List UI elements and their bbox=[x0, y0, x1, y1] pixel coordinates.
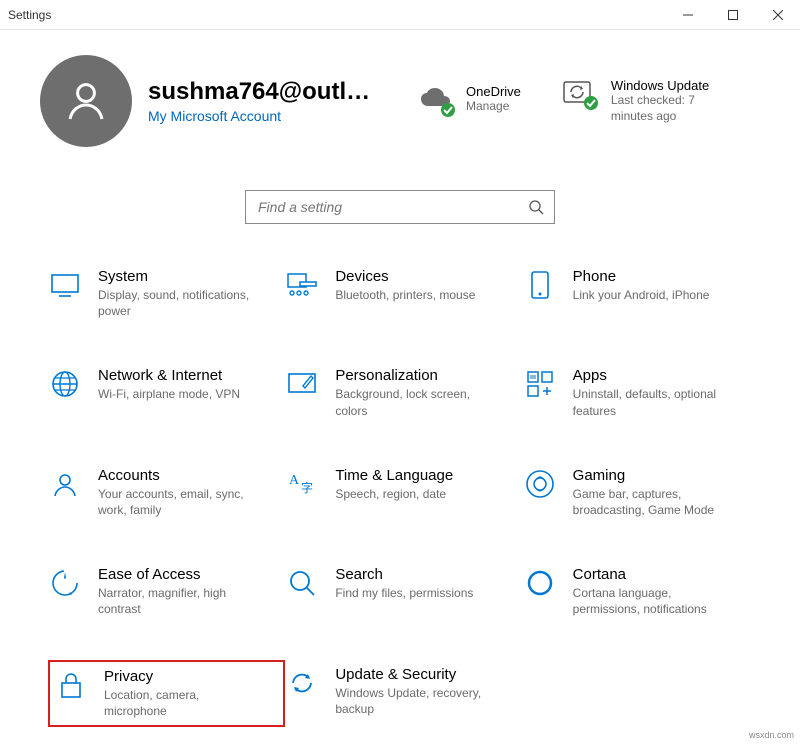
phone-icon bbox=[523, 268, 557, 302]
avatar[interactable] bbox=[40, 55, 132, 147]
category-title: Time & Language bbox=[335, 467, 453, 484]
category-title: Apps bbox=[573, 367, 736, 384]
category-sub: Wi-Fi, airplane mode, VPN bbox=[98, 386, 240, 402]
category-title: System bbox=[98, 268, 261, 285]
search-input[interactable] bbox=[256, 198, 528, 216]
ease-of-access-icon bbox=[48, 566, 82, 600]
category-title: Privacy bbox=[104, 668, 259, 685]
account-header: sushma764@outl… My Microsoft Account One… bbox=[0, 30, 800, 162]
update-title: Windows Update bbox=[611, 78, 721, 93]
category-apps[interactable]: Apps Uninstall, defaults, optional featu… bbox=[523, 361, 760, 424]
gaming-icon bbox=[523, 467, 557, 501]
search-category-icon bbox=[285, 566, 319, 600]
category-sub: Link your Android, iPhone bbox=[573, 287, 710, 303]
user-block: sushma764@outl… My Microsoft Account bbox=[148, 78, 398, 124]
category-sub: Narrator, magnifier, high contrast bbox=[98, 585, 261, 617]
category-ease-of-access[interactable]: Ease of Access Narrator, magnifier, high… bbox=[48, 560, 285, 623]
category-sub: Game bar, captures, broadcasting, Game M… bbox=[573, 486, 736, 518]
category-sub: Uninstall, defaults, optional features bbox=[573, 386, 736, 418]
category-sub: Location, camera, microphone bbox=[104, 687, 259, 719]
category-sub: Your accounts, email, sync, work, family bbox=[98, 486, 261, 518]
category-devices[interactable]: Devices Bluetooth, printers, mouse bbox=[285, 262, 522, 325]
time-language-icon: A字 bbox=[285, 467, 319, 501]
category-sub: Bluetooth, printers, mouse bbox=[335, 287, 475, 303]
titlebar: Settings bbox=[0, 0, 800, 30]
update-icon bbox=[285, 666, 319, 700]
settings-grid: System Display, sound, notifications, po… bbox=[0, 252, 800, 747]
category-sub: Speech, region, date bbox=[335, 486, 453, 502]
maximize-icon bbox=[728, 10, 738, 20]
close-button[interactable] bbox=[755, 0, 800, 30]
category-title: Cortana bbox=[573, 566, 736, 583]
category-sub: Find my files, permissions bbox=[335, 585, 473, 601]
category-title: Update & Security bbox=[335, 666, 498, 683]
category-privacy[interactable]: Privacy Location, camera, microphone bbox=[48, 660, 285, 727]
account-link[interactable]: My Microsoft Account bbox=[148, 108, 398, 124]
category-title: Gaming bbox=[573, 467, 736, 484]
category-time-language[interactable]: A字 Time & Language Speech, region, date bbox=[285, 461, 522, 524]
category-accounts[interactable]: Accounts Your accounts, email, sync, wor… bbox=[48, 461, 285, 524]
minimize-icon bbox=[683, 10, 693, 20]
category-personalization[interactable]: Personalization Background, lock screen,… bbox=[285, 361, 522, 424]
search-wrap bbox=[0, 190, 800, 224]
category-search[interactable]: Search Find my files, permissions bbox=[285, 560, 522, 623]
apps-icon bbox=[523, 367, 557, 401]
maximize-button[interactable] bbox=[710, 0, 755, 30]
globe-icon bbox=[48, 367, 82, 401]
svg-text:字: 字 bbox=[301, 480, 313, 495]
lock-icon bbox=[54, 668, 88, 702]
search-icon bbox=[528, 199, 544, 215]
close-icon bbox=[773, 10, 783, 20]
watermark: wsxdn.com bbox=[749, 730, 794, 740]
windows-update-tile[interactable]: Windows Update Last checked: 7 minutes a… bbox=[561, 78, 721, 124]
category-title: Network & Internet bbox=[98, 367, 240, 384]
onedrive-tile[interactable]: OneDrive Manage bbox=[416, 84, 521, 118]
update-sub: Last checked: 7 minutes ago bbox=[611, 93, 721, 124]
category-title: Personalization bbox=[335, 367, 498, 384]
category-sub: Cortana language, permissions, notificat… bbox=[573, 585, 736, 617]
devices-icon bbox=[285, 268, 319, 302]
minimize-button[interactable] bbox=[665, 0, 710, 30]
category-system[interactable]: System Display, sound, notifications, po… bbox=[48, 262, 285, 325]
category-title: Accounts bbox=[98, 467, 261, 484]
onedrive-title: OneDrive bbox=[466, 84, 521, 99]
cortana-icon bbox=[523, 566, 557, 600]
category-cortana[interactable]: Cortana Cortana language, permissions, n… bbox=[523, 560, 760, 623]
accounts-icon bbox=[48, 467, 82, 501]
system-icon bbox=[48, 268, 82, 302]
onedrive-sub: Manage bbox=[466, 99, 521, 115]
onedrive-icon bbox=[416, 84, 456, 118]
update-sync-icon bbox=[561, 78, 601, 112]
category-sub: Display, sound, notifications, power bbox=[98, 287, 261, 319]
search-box[interactable] bbox=[245, 190, 555, 224]
category-phone[interactable]: Phone Link your Android, iPhone bbox=[523, 262, 760, 325]
category-title: Search bbox=[335, 566, 473, 583]
category-network[interactable]: Network & Internet Wi-Fi, airplane mode,… bbox=[48, 361, 285, 424]
category-gaming[interactable]: Gaming Game bar, captures, broadcasting,… bbox=[523, 461, 760, 524]
category-title: Ease of Access bbox=[98, 566, 261, 583]
person-icon bbox=[62, 77, 110, 125]
category-title: Devices bbox=[335, 268, 475, 285]
svg-text:A: A bbox=[289, 473, 300, 488]
personalization-icon bbox=[285, 367, 319, 401]
category-sub: Windows Update, recovery, backup bbox=[335, 685, 498, 717]
category-update-security[interactable]: Update & Security Windows Update, recove… bbox=[285, 660, 522, 727]
category-title: Phone bbox=[573, 268, 710, 285]
window-title: Settings bbox=[8, 8, 51, 22]
category-sub: Background, lock screen, colors bbox=[335, 386, 498, 418]
user-email: sushma764@outl… bbox=[148, 78, 398, 106]
